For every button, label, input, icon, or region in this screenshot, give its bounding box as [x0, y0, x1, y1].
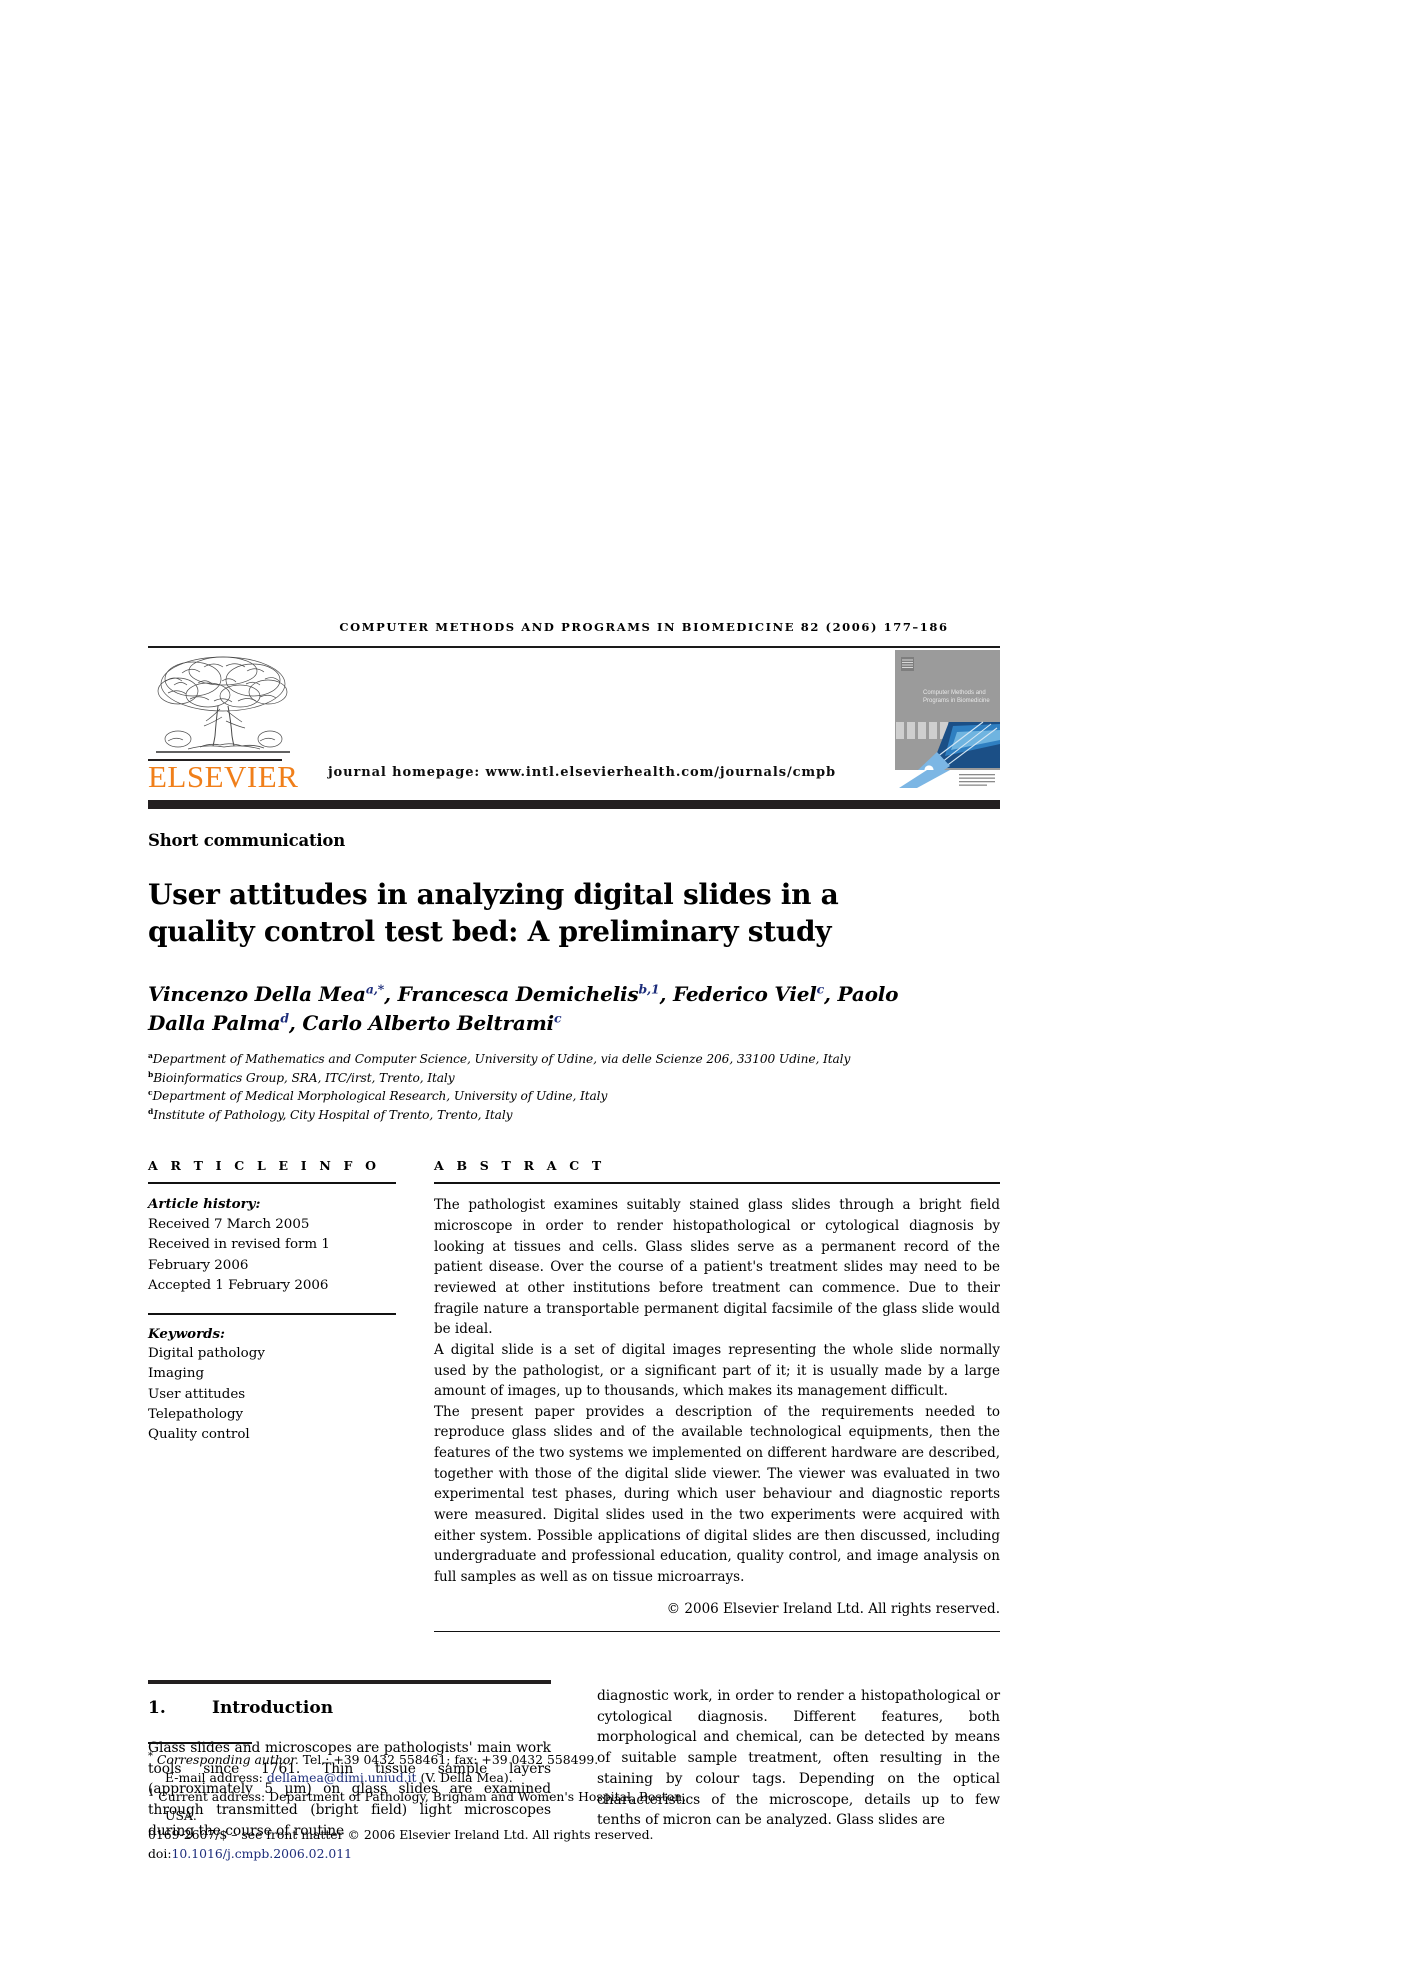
section-number: 1. — [148, 1698, 166, 1719]
doi-label: doi: — [148, 1845, 172, 1861]
page-footnotes: * Corresponding author. Tel.: +39 0432 5… — [148, 1742, 708, 1864]
journal-running-head: COMPUTER METHODS AND PROGRAMS IN BIOMEDI… — [339, 620, 949, 634]
journal-cover-block: Computer Methods and Programs in Biomedi… — [880, 648, 1000, 800]
corresponding-author-mark: * — [148, 1750, 153, 1762]
article-history-item: Received 7 March 2005 — [148, 1216, 310, 1232]
affiliation-list: aDepartment of Mathematics and Computer … — [148, 1050, 1000, 1124]
doi-line: doi:10.1016/j.cmpb.2006.02.011 — [148, 1845, 708, 1864]
affiliation-text: Institute of Pathology, City Hospital of… — [153, 1107, 513, 1122]
svg-text:Computer Methods and: Computer Methods and — [923, 690, 986, 696]
keywords-heading: Keywords: — [148, 1325, 226, 1342]
issn-line: 0169-2607/$ – see front matter © 2006 El… — [148, 1826, 654, 1842]
email-link[interactable]: dellamea@dimi.uniud.it — [267, 1770, 417, 1785]
article-info-label: A R T I C L E I N F O — [148, 1158, 381, 1174]
elsevier-wordmark: ELSEVIER — [148, 759, 299, 795]
affiliation-text: Department of Mathematics and Computer S… — [152, 1052, 851, 1067]
affiliation-item: bBioinformatics Group, SRA, ITC/irst, Tr… — [148, 1069, 1000, 1088]
svg-text:Programs in Biomedicine: Programs in Biomedicine — [923, 698, 990, 704]
email-suffix: (V. Della Mea). — [420, 1770, 513, 1786]
abstract-copyright: © 2006 Elsevier Ireland Ltd. All rights … — [666, 1600, 1000, 1617]
keyword-item: Imaging — [148, 1366, 205, 1382]
journal-cover-thumbnail: Computer Methods and Programs in Biomedi… — [887, 648, 1000, 800]
abstract-body: The pathologist examines suitably staine… — [434, 1184, 1000, 1587]
affiliation-item: aDepartment of Mathematics and Computer … — [148, 1050, 1000, 1069]
current-address-mark: 1 — [148, 1788, 155, 1800]
journal-homepage-block: journal homepage: www.intl.elsevierhealt… — [304, 648, 880, 800]
article-history-heading: Article history: — [148, 1196, 261, 1213]
page-content: COMPUTER METHODS AND PROGRAMS IN BIOMEDI… — [148, 620, 1000, 1842]
article-history-item: Accepted 1 February 2006 — [148, 1277, 329, 1293]
masthead-bottom-rule — [148, 800, 1000, 809]
email-label: E-mail address: — [165, 1770, 263, 1786]
paper-page: COMPUTER METHODS AND PROGRAMS IN BIOMEDI… — [0, 0, 1403, 1985]
current-address-text: Current address: Department of Pathology… — [158, 1789, 687, 1824]
affiliation-item: dInstitute of Pathology, City Hospital o… — [148, 1106, 1000, 1125]
affiliation-item: cDepartment of Medical Morphological Res… — [148, 1087, 1000, 1106]
current-address-note: 1 Current address: Department of Patholo… — [148, 1788, 708, 1826]
article-history-item: Received in revised form 1 February 2006 — [148, 1237, 330, 1273]
journal-masthead: ELSEVIER journal homepage: www.intl.else… — [148, 648, 1000, 800]
corresponding-author-tel: Tel.: +39 0432 558461; fax: +39 0432 558… — [298, 1751, 599, 1767]
abstract-column: A B S T R A C T The pathologist examines… — [434, 1158, 1000, 1633]
info-abstract-region: A R T I C L E I N F O Article history: R… — [148, 1158, 1000, 1633]
article-type: Short communication — [148, 831, 346, 850]
footnote-rule — [148, 1742, 252, 1744]
abstract-paragraph: The present paper provides a description… — [434, 1403, 1000, 1585]
elsevier-tree-icon — [156, 657, 290, 754]
corresponding-author-note: * Corresponding author. Tel.: +39 0432 5… — [148, 1751, 708, 1770]
abstract-paragraph: A digital slide is a set of digital imag… — [434, 1341, 1000, 1400]
abstract-paragraph: The pathologist examines suitably staine… — [434, 1197, 1000, 1338]
keyword-item: Quality control — [148, 1427, 250, 1443]
page-title: User attitudes in analyzing digital slid… — [148, 878, 839, 949]
section-heading: 1. Introduction — [148, 1698, 551, 1718]
doi-link[interactable]: 10.1016/j.cmpb.2006.02.011 — [172, 1846, 353, 1861]
journal-homepage-link[interactable]: journal homepage: www.intl.elsevierhealt… — [328, 765, 836, 780]
abstract-label: A B S T R A C T — [434, 1158, 606, 1174]
author-list: Vincenzo Della Meaa,*, Francesca Demiche… — [148, 981, 899, 1035]
keywords-divider — [148, 1313, 396, 1315]
affiliation-text: Bioinformatics Group, SRA, ITC/irst, Tre… — [153, 1070, 455, 1085]
keyword-item: Digital pathology — [148, 1345, 265, 1361]
article-history-block: Article history: Received 7 March 2005 R… — [148, 1184, 396, 1296]
section-heading-text: Introduction — [212, 1698, 334, 1719]
email-note: E-mail address: dellamea@dimi.uniud.it (… — [148, 1769, 708, 1788]
journal-cover-image: Computer Methods and Programs in Biomedi… — [887, 648, 1000, 800]
affiliation-text: Department of Medical Morphological Rese… — [152, 1089, 608, 1104]
abstract-bottom-rule — [434, 1630, 1000, 1633]
keyword-item: Telepathology — [148, 1407, 244, 1422]
elsevier-logo-block: ELSEVIER — [148, 648, 304, 800]
keyword-item: User attitudes — [148, 1386, 246, 1402]
keywords-block: Keywords: Digital pathology Imaging User… — [148, 1324, 396, 1446]
corresponding-author-label: Corresponding author. — [156, 1751, 299, 1767]
article-info-column: A R T I C L E I N F O Article history: R… — [148, 1158, 396, 1632]
